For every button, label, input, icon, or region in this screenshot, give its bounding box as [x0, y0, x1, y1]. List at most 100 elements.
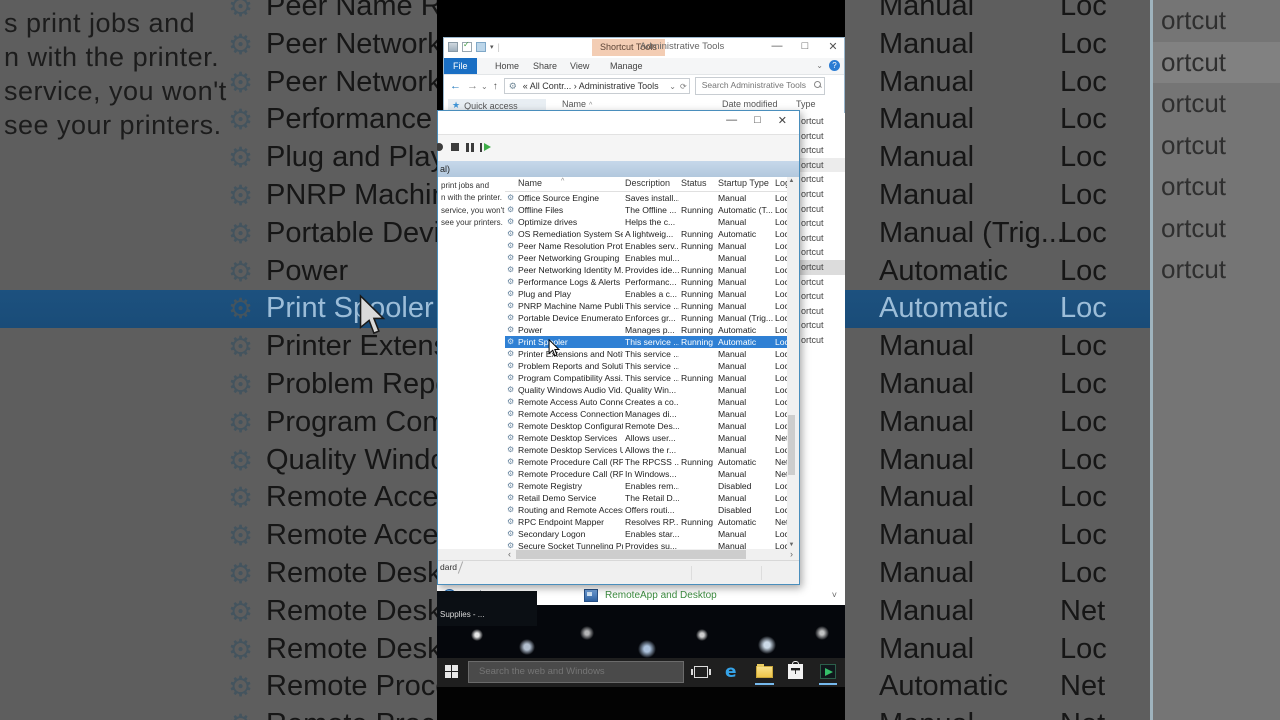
service-row[interactable]: ⚙ OS Remediation System Ser... A lightwe… — [505, 228, 787, 240]
service-row[interactable]: ⚙ Remote Registry Enables rem... Disable… — [505, 480, 787, 492]
file-type-cell[interactable]: ortcut — [796, 304, 845, 319]
file-type-cell[interactable]: ortcut — [796, 143, 845, 158]
service-row[interactable]: ⚙ Peer Networking Identity M... Provides… — [505, 264, 787, 276]
service-row[interactable]: ⚙ Plug and Play Enables a c... Running M… — [505, 288, 787, 300]
task-view-icon[interactable] — [691, 666, 711, 678]
service-row[interactable]: ⚙ Office Source Engine Saves install... … — [505, 192, 787, 204]
file-explorer-icon[interactable] — [756, 664, 773, 678]
refresh-icon[interactable]: ⟳ — [680, 79, 687, 93]
column-header-name[interactable]: Name ^ — [562, 99, 592, 109]
column-header-log-on-as[interactable]: Log — [775, 178, 787, 188]
service-row[interactable]: ⚙ PNRP Machine Name Publi... This servic… — [505, 300, 787, 312]
tab-home[interactable]: Home — [486, 58, 528, 74]
service-row[interactable]: ⚙ Power Manages p... Running Automatic L… — [505, 324, 787, 336]
ribbon-expand-chevron-icon[interactable]: ⌄ — [816, 61, 823, 70]
close-button[interactable]: ✕ — [826, 40, 840, 53]
column-header-name[interactable]: Name — [518, 178, 542, 188]
file-type-cell[interactable]: ortcut — [796, 231, 845, 246]
explorer-search-box[interactable] — [694, 77, 825, 95]
back-button[interactable]: ← — [450, 80, 461, 92]
scrollbar-thumb[interactable] — [516, 550, 746, 559]
up-button[interactable]: ↑ — [493, 81, 498, 92]
start-button[interactable] — [445, 665, 459, 679]
service-row[interactable]: ⚙ Peer Name Resolution Prot... Enables s… — [505, 240, 787, 252]
quick-access-toolbar[interactable]: ▾ | — [448, 40, 500, 52]
properties-icon[interactable] — [462, 40, 472, 52]
stop-service-icon[interactable] — [451, 143, 459, 151]
column-header-startup-type[interactable]: Startup Type — [718, 178, 769, 188]
service-row[interactable]: ⚙ Remote Desktop Configurat... Remote De… — [505, 420, 787, 432]
file-type-cell[interactable]: ortcut — [796, 216, 845, 231]
service-row[interactable]: ⚙ Routing and Remote Access Offers routi… — [505, 504, 787, 516]
service-row[interactable]: ⚙ Secure Socket Tunneling Pr... Provides… — [505, 540, 787, 549]
service-row[interactable]: ⚙ Remote Access Auto Conne... Creates a … — [505, 396, 787, 408]
service-row[interactable]: ⚙ Remote Desktop Services Allows user...… — [505, 432, 787, 444]
services-vertical-scrollbar[interactable]: ▲ ▼ — [787, 177, 796, 549]
address-bar[interactable]: ⚙ « All Contr... › Administrative Tools … — [503, 78, 690, 94]
tab-standard-fragment[interactable]: dard — [440, 562, 457, 572]
service-row[interactable]: ⚙ Remote Procedure Call (RPC) The RPCSS … — [505, 456, 787, 468]
scroll-up-arrow-icon[interactable]: ▲ — [787, 178, 796, 184]
service-row[interactable]: ⚙ Peer Networking Grouping Enables mul..… — [505, 252, 787, 264]
explorer-title-bar[interactable]: ▾ | Shortcut Tools Administrative Tools … — [444, 38, 844, 58]
column-header-status[interactable]: Status — [681, 178, 707, 188]
file-type-cell[interactable]: ortcut — [796, 245, 845, 260]
services-title-bar[interactable]: — □ ✕ — [438, 111, 799, 134]
explorer-search-input[interactable] — [699, 79, 808, 91]
close-button[interactable]: ✕ — [778, 114, 787, 127]
file-type-cell[interactable]: ortcut — [796, 172, 845, 187]
service-row[interactable]: ⚙ Quality Windows Audio Vid... Quality W… — [505, 384, 787, 396]
services-horizontal-scrollbar[interactable]: ‹ › — [438, 549, 796, 560]
media-app-icon[interactable] — [820, 664, 836, 679]
recent-locations-chevron-icon[interactable]: ⌄ — [481, 82, 488, 91]
service-row[interactable]: ⚙ Portable Device Enumerator... Enforces… — [505, 312, 787, 324]
file-type-cell[interactable]: ortcut — [796, 289, 845, 304]
file-type-cell[interactable]: ortcut — [796, 259, 845, 275]
file-type-cell[interactable]: ortcut — [796, 318, 845, 333]
breadcrumb[interactable]: « All Contr... › Administrative Tools — [523, 81, 659, 91]
minimize-button[interactable]: — — [770, 40, 784, 53]
help-icon[interactable]: ? — [829, 60, 840, 71]
service-row[interactable]: ⚙ Remote Desktop Services U... Allows th… — [505, 444, 787, 456]
toolbar-partial-icon[interactable] — [437, 143, 443, 151]
new-folder-icon[interactable] — [476, 42, 486, 52]
service-row[interactable]: ⚙ Print Spooler This service ... Running… — [505, 336, 787, 348]
service-row[interactable]: ⚙ Offline Files The Offline ... Running … — [505, 204, 787, 216]
column-header-description[interactable]: Description — [625, 178, 670, 188]
service-row[interactable]: ⚙ Printer Extensions and Notif... This s… — [505, 348, 787, 360]
taskbar-search-input[interactable] — [477, 665, 671, 678]
tab-share[interactable]: Share — [524, 58, 566, 74]
service-row[interactable]: ⚙ Remote Access Connection... Manages di… — [505, 408, 787, 420]
taskbar-search-box[interactable] — [468, 661, 684, 683]
scrollbar-thumb[interactable] — [788, 415, 795, 475]
tab-manage[interactable]: Manage — [601, 58, 652, 74]
maximize-button[interactable]: □ — [754, 114, 761, 127]
file-type-cell[interactable]: ortcut — [796, 275, 845, 290]
pause-service-icon[interactable] — [466, 143, 474, 152]
service-row[interactable]: ⚙ Retail Demo Service The Retail D... Ma… — [505, 492, 787, 504]
file-type-cell[interactable]: ortcut — [796, 333, 845, 348]
column-header-type[interactable]: Type — [796, 99, 816, 109]
service-row[interactable]: ⚙ Remote Procedure Call (RP... In Window… — [505, 468, 787, 480]
minimize-button[interactable]: — — [726, 114, 737, 127]
address-dropdown-chevron-icon[interactable]: ⌄ — [669, 79, 676, 93]
edge-browser-icon[interactable]: e — [725, 662, 737, 682]
file-type-cell[interactable]: ortcut — [796, 187, 845, 202]
file-type-cell[interactable]: ortcut — [796, 157, 845, 173]
qat-customize-chevron-icon[interactable]: ▾ — [490, 43, 494, 51]
scroll-left-arrow-icon[interactable]: ‹ — [508, 549, 511, 560]
file-type-cell[interactable]: ortcut — [796, 114, 845, 129]
forward-button[interactable]: → — [467, 80, 478, 92]
restart-service-icon[interactable] — [480, 143, 492, 153]
file-type-cell[interactable]: ortcut — [796, 202, 845, 217]
scroll-down-arrow-icon[interactable]: ▼ — [787, 542, 796, 548]
service-row[interactable]: ⚙ Performance Logs & Alerts Performanc..… — [505, 276, 787, 288]
service-row[interactable]: ⚙ Secondary Logon Enables star... Manual… — [505, 528, 787, 540]
tab-file[interactable]: File — [444, 58, 477, 74]
service-row[interactable]: ⚙ Optimize drives Helps the c... Manual … — [505, 216, 787, 228]
service-row[interactable]: ⚙ RPC Endpoint Mapper Resolves RP... Run… — [505, 516, 787, 528]
scroll-right-arrow-icon[interactable]: › — [790, 549, 793, 560]
column-header-date-modified[interactable]: Date modified — [722, 99, 778, 109]
control-panel-item-remoteapp[interactable]: RemoteApp and Desktop — [605, 590, 717, 601]
service-row[interactable]: ⚙ Problem Reports and Soluti... This ser… — [505, 360, 787, 372]
